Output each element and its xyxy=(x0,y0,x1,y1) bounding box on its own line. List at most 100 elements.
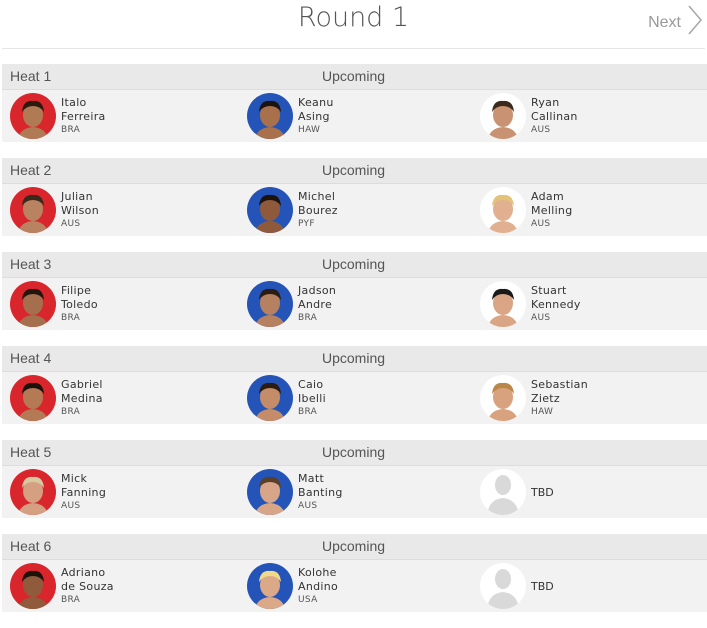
heat-header: Heat 3 Upcoming xyxy=(2,252,707,278)
surfer-info: Filipe Toledo BRA xyxy=(61,284,98,325)
surfer-country: BRA xyxy=(298,406,318,417)
heat-header: Heat 1 Upcoming xyxy=(2,64,707,90)
surfer-info: Matt Banting AUS xyxy=(298,472,343,513)
surfer-avatar xyxy=(480,281,526,327)
heat-header: Heat 5 Upcoming xyxy=(2,440,707,466)
surfer-first-name: Michel xyxy=(298,189,336,203)
surfer-card[interactable]: Mick Fanning AUS xyxy=(10,469,106,515)
heat-header: Heat 6 Upcoming xyxy=(2,534,707,560)
surfer-card[interactable]: Filipe Toledo BRA xyxy=(10,281,98,327)
surfer-card[interactable]: Ryan Callinan AUS xyxy=(480,93,578,139)
surfer-slot-tbd[interactable]: TBD xyxy=(480,469,554,515)
heat-status: Upcoming xyxy=(322,350,386,366)
heat-name: Heat 4 xyxy=(10,350,52,366)
heat-header: Heat 4 Upcoming xyxy=(2,346,707,372)
surfer-info: Adam Melling AUS xyxy=(531,190,572,231)
heat-name: Heat 1 xyxy=(10,68,52,84)
surfer-card[interactable]: Sebastian Zietz HAW xyxy=(480,375,588,421)
surfer-avatar xyxy=(247,187,293,233)
surfer-info: Julian Wilson AUS xyxy=(61,190,99,231)
heat-surfers-row: Julian Wilson AUS Michel Bourez PYF Adam Mellin… xyxy=(2,184,707,236)
heat-surfers-row: Italo Ferreira BRA Keanu Asing HAW Ryan Callina… xyxy=(2,90,707,142)
surfer-first-name: Adam xyxy=(531,189,564,203)
placeholder-avatar-icon xyxy=(480,563,526,609)
surfer-slot-tbd[interactable]: TBD xyxy=(480,563,554,609)
surfer-country: AUS xyxy=(298,500,318,511)
surfer-country: USA xyxy=(298,594,318,605)
surfer-info: Gabriel Medina BRA xyxy=(61,378,103,419)
surfer-card[interactable]: Julian Wilson AUS xyxy=(10,187,99,233)
surfer-card[interactable]: Italo Ferreira BRA xyxy=(10,93,106,139)
surfer-country: BRA xyxy=(298,312,318,323)
surfer-country: PYF xyxy=(298,218,315,229)
surfer-card[interactable]: Matt Banting AUS xyxy=(247,469,343,515)
surfer-avatar xyxy=(247,375,293,421)
surfer-avatar xyxy=(480,187,526,233)
surfer-first-name: Italo xyxy=(61,95,87,109)
surfer-card[interactable]: Kolohe Andino USA xyxy=(247,563,338,609)
surfer-info: Mick Fanning AUS xyxy=(61,472,106,513)
surfer-info: Sebastian Zietz HAW xyxy=(531,378,588,419)
heat-surfers-row: Mick Fanning AUS Matt Banting AUS TBD xyxy=(2,466,707,518)
heat-header: Heat 2 Upcoming xyxy=(2,158,707,184)
heat-block: Heat 2 Upcoming Julian Wilson AUS Michel Boure… xyxy=(2,158,707,236)
surfer-country: BRA xyxy=(61,406,81,417)
surfer-info: Stuart Kennedy AUS xyxy=(531,284,581,325)
surfer-first-name: Caio xyxy=(298,377,324,391)
surfer-info: Keanu Asing HAW xyxy=(298,96,334,137)
surfer-first-name: Stuart xyxy=(531,283,567,297)
surfer-country: BRA xyxy=(61,124,81,135)
surfer-last-name: Fanning xyxy=(61,485,107,499)
surfer-card[interactable]: Adriano de Souza BRA xyxy=(10,563,114,609)
surfer-avatar xyxy=(10,281,56,327)
heat-status: Upcoming xyxy=(322,538,386,554)
heat-name: Heat 6 xyxy=(10,538,52,554)
surfer-last-name: Banting xyxy=(298,485,343,499)
surfer-card[interactable]: Michel Bourez PYF xyxy=(247,187,338,233)
surfer-last-name: Toledo xyxy=(61,297,98,311)
round-header: Round 1 Next xyxy=(2,0,705,49)
surfer-card[interactable]: Jadson Andre BRA xyxy=(247,281,336,327)
surfer-last-name: Medina xyxy=(61,391,103,405)
surfer-avatar xyxy=(247,281,293,327)
surfer-last-name: Zietz xyxy=(531,391,560,405)
surfer-last-name: Kennedy xyxy=(531,297,581,311)
surfer-avatar xyxy=(10,563,56,609)
surfer-country: BRA xyxy=(61,594,81,605)
surfer-info: Ryan Callinan AUS xyxy=(531,96,578,137)
heats-list: Heat 1 Upcoming Italo Ferreira BRA Keanu Asing… xyxy=(2,64,707,628)
surfer-last-name: Andino xyxy=(298,579,339,593)
surfer-info: Kolohe Andino USA xyxy=(298,566,338,607)
surfer-avatar xyxy=(10,375,56,421)
surfer-avatar xyxy=(480,375,526,421)
surfer-avatar xyxy=(247,469,293,515)
surfer-avatar xyxy=(10,187,56,233)
surfer-country: AUS xyxy=(531,124,551,135)
surfer-card[interactable]: Adam Melling AUS xyxy=(480,187,572,233)
next-label: Next xyxy=(648,13,681,31)
surfer-country: AUS xyxy=(531,218,551,229)
surfer-card[interactable]: Stuart Kennedy AUS xyxy=(480,281,581,327)
surfer-country: AUS xyxy=(61,500,81,511)
heat-block: Heat 5 Upcoming Mick Fanning AUS Matt Banting A… xyxy=(2,440,707,518)
tbd-label: TBD xyxy=(531,485,554,499)
surfer-first-name: Julian xyxy=(61,189,93,203)
heat-status: Upcoming xyxy=(322,162,386,178)
surfer-last-name: Melling xyxy=(531,203,573,217)
surfer-info: Jadson Andre BRA xyxy=(298,284,336,325)
next-round-button[interactable]: Next xyxy=(648,4,703,41)
surfer-card[interactable]: Caio Ibelli BRA xyxy=(247,375,326,421)
surfer-first-name: Jadson xyxy=(298,283,337,297)
heat-status: Upcoming xyxy=(322,256,386,272)
heat-surfers-row: Filipe Toledo BRA Jadson Andre BRA Stuart Kenne… xyxy=(2,278,707,330)
surfer-card[interactable]: Gabriel Medina BRA xyxy=(10,375,103,421)
surfer-last-name: Wilson xyxy=(61,203,99,217)
surfer-country: AUS xyxy=(61,218,81,229)
heat-surfers-row: Adriano de Souza BRA Kolohe Andino USA TBD xyxy=(2,560,707,612)
heat-status: Upcoming xyxy=(322,444,386,460)
surfer-info: Italo Ferreira BRA xyxy=(61,96,106,137)
surfer-card[interactable]: Keanu Asing HAW xyxy=(247,93,334,139)
chevron-right-icon xyxy=(687,4,703,41)
tbd-label: TBD xyxy=(531,579,554,593)
surfer-first-name: Matt xyxy=(298,471,325,485)
